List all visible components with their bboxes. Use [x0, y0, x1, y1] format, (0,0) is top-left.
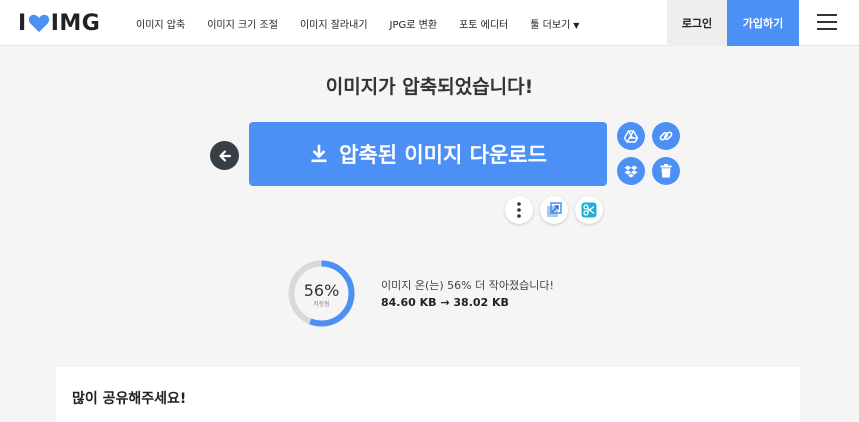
download-icon [311, 144, 327, 163]
google-drive-icon [624, 129, 638, 143]
download-button-label: 압축된 이미지 다운로드 [339, 143, 547, 167]
login-button[interactable]: 로그인 [667, 0, 727, 46]
result-message: 이미지 온(는) 56% 더 작아졌습니다! [381, 279, 554, 292]
dropbox-icon [624, 165, 638, 178]
more-vertical-icon [517, 202, 521, 218]
caret-down-icon: ▼ [573, 20, 580, 30]
top-header: I IMG 이미지 압축 이미지 크기 조절 이미지 잘라내기 JPG로 변환 … [0, 0, 859, 46]
delete-button[interactable] [652, 157, 680, 185]
trash-icon [660, 164, 672, 178]
resize-image-icon [547, 202, 562, 217]
more-options-button[interactable] [505, 196, 533, 224]
nav-item-photo-editor[interactable]: 포토 에디터 [459, 16, 508, 31]
google-drive-button[interactable] [617, 122, 645, 150]
nav-item-compress[interactable]: 이미지 압축 [136, 16, 185, 31]
nav-item-more-tools[interactable]: 툴 더보기 ▼ [530, 16, 579, 31]
signup-button[interactable]: 가입하기 [727, 0, 799, 46]
nav-item-resize[interactable]: 이미지 크기 조절 [207, 16, 278, 31]
link-icon [659, 131, 673, 141]
savings-percent: 56% [303, 281, 340, 300]
saved-label: 저장됨 [313, 301, 330, 308]
ilovejpg-logo[interactable]: I IMG [18, 10, 100, 36]
back-button[interactable] [210, 141, 239, 170]
resize-tool-button[interactable] [540, 196, 568, 224]
nav-item-more-tools-label: 툴 더보기 [530, 19, 571, 31]
nav-item-convert-jpg[interactable]: JPG로 변환 [390, 16, 438, 31]
logo-text-right: IMG [50, 10, 101, 36]
share-title: 많이 공유해주세요! [72, 391, 187, 407]
dropbox-button[interactable] [617, 157, 645, 185]
logo-text-left: I [18, 10, 27, 36]
scissors-icon [581, 202, 597, 218]
share-panel: 많이 공유해주세요! [56, 367, 800, 422]
crop-tool-button[interactable] [575, 196, 603, 224]
file-size-change: 84.60 KB → 38.02 KB [381, 296, 509, 309]
nav-item-crop[interactable]: 이미지 잘라내기 [300, 16, 368, 31]
hamburger-menu-icon[interactable] [817, 14, 837, 31]
page-title: 이미지가 압축되었습니다! [325, 76, 534, 98]
download-button[interactable]: 압축된 이미지 다운로드 [249, 122, 607, 186]
heart-icon [28, 14, 49, 33]
copy-link-button[interactable] [652, 122, 680, 150]
main-nav: 이미지 압축 이미지 크기 조절 이미지 잘라내기 JPG로 변환 포토 에디터… [136, 0, 601, 46]
arrow-left-icon [218, 149, 231, 162]
